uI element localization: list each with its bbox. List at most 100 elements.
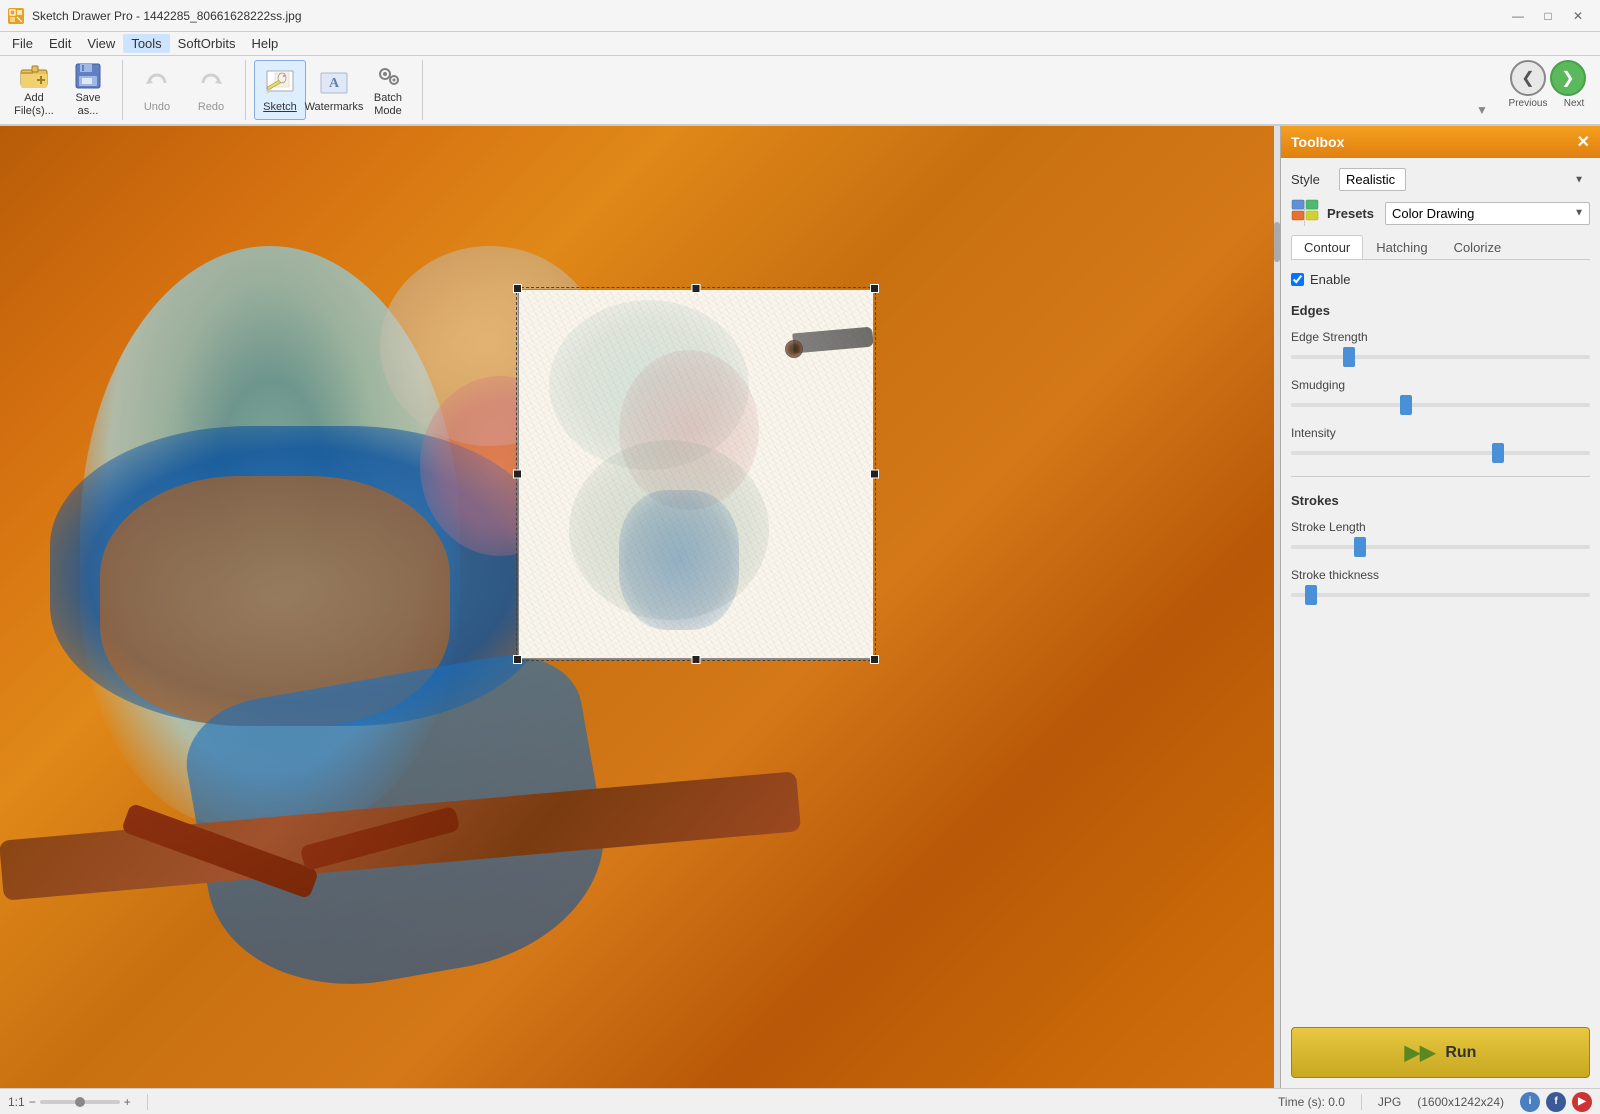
- stroke-length-slider[interactable]: [1291, 545, 1590, 549]
- tab-hatching[interactable]: Hatching: [1363, 235, 1440, 259]
- batch-mode-button[interactable]: Batch Mode: [362, 60, 414, 120]
- facebook-icon-button[interactable]: f: [1546, 1092, 1566, 1112]
- nav-area: ❮ ❯ Previous Next: [1504, 60, 1592, 109]
- watermarks-button[interactable]: A Watermarks: [308, 60, 360, 120]
- zoom-track[interactable]: [40, 1100, 120, 1104]
- stroke-length-row: Stroke Length: [1291, 518, 1590, 558]
- intensity-row: Intensity: [1291, 424, 1590, 464]
- toolbar-history-group: Undo Redo: [131, 60, 246, 120]
- presets-select[interactable]: Color Drawing Black & White Hatching Col…: [1385, 202, 1590, 225]
- stroke-thickness-label: Stroke thickness: [1291, 568, 1590, 582]
- zoom-thumb: [75, 1097, 85, 1107]
- status-icons: i f ▶: [1520, 1092, 1592, 1112]
- status-separator-2: [1361, 1094, 1362, 1110]
- dimensions-label: (1600x1242x24): [1417, 1095, 1504, 1109]
- close-button[interactable]: ✕: [1564, 6, 1592, 26]
- toolbox-header: Toolbox ✕: [1281, 126, 1600, 158]
- toolbox-close-button[interactable]: ✕: [1577, 132, 1590, 152]
- enable-label[interactable]: Enable: [1310, 272, 1350, 287]
- menu-file[interactable]: File: [4, 34, 41, 53]
- next-button[interactable]: ❯: [1550, 60, 1586, 96]
- maximize-button[interactable]: □: [1534, 6, 1562, 26]
- title-bar: Sketch Drawer Pro - 1442285_80661628222s…: [0, 0, 1600, 32]
- info-icon: i: [1529, 1096, 1532, 1107]
- status-right: Time (s): 0.0 JPG (1600x1242x24) i f ▶: [1278, 1092, 1592, 1112]
- toolbar: Add File(s)... Save as...: [0, 56, 1600, 126]
- edge-strength-label: Edge Strength: [1291, 330, 1590, 344]
- stroke-thickness-track: [1291, 586, 1590, 604]
- toolbox-body: Style Realistic Classic Pencil Charcoal …: [1281, 158, 1600, 684]
- edges-section-header: Edges: [1291, 299, 1590, 320]
- sketch-overlay: [518, 289, 874, 659]
- batch-mode-label: Batch Mode: [374, 92, 402, 118]
- info-icon-button[interactable]: i: [1520, 1092, 1540, 1112]
- toolbar-tools-group: Sketch A Watermarks Batch Mod: [254, 60, 423, 120]
- save-as-button[interactable]: Save as...: [62, 60, 114, 120]
- sketch-button[interactable]: Sketch: [254, 60, 306, 120]
- previous-label: Previous: [1504, 98, 1552, 109]
- undo-button[interactable]: Undo: [131, 60, 183, 120]
- smudging-row: Smudging: [1291, 376, 1590, 416]
- add-file-label: Add File(s)...: [14, 92, 54, 118]
- enable-checkbox[interactable]: [1291, 273, 1304, 286]
- undo-label: Undo: [144, 101, 170, 113]
- scrollbar-thumb[interactable]: [1274, 222, 1280, 262]
- stroke-length-track: [1291, 538, 1590, 556]
- vertical-scrollbar[interactable]: [1274, 126, 1280, 1088]
- menu-softorbits[interactable]: SoftOrbits: [170, 34, 244, 53]
- previous-button[interactable]: ❮: [1510, 60, 1546, 96]
- edge-strength-slider[interactable]: [1291, 355, 1590, 359]
- run-icon: ▶▶: [1405, 1040, 1436, 1065]
- add-file-button[interactable]: Add File(s)...: [8, 60, 60, 120]
- run-button-area: ▶▶ Run: [1281, 1017, 1600, 1088]
- window-title: Sketch Drawer Pro - 1442285_80661628222s…: [32, 9, 1496, 23]
- style-label: Style: [1291, 172, 1331, 187]
- tab-colorize[interactable]: Colorize: [1441, 235, 1515, 259]
- folder-open-icon: [18, 62, 50, 90]
- menu-help[interactable]: Help: [243, 34, 286, 53]
- presets-icon: [1291, 199, 1319, 227]
- intensity-track: [1291, 444, 1590, 462]
- undo-icon: [141, 67, 173, 99]
- time-label: Time (s): 0.0: [1278, 1095, 1345, 1109]
- menu-tools[interactable]: Tools: [123, 34, 169, 53]
- more-button[interactable]: ▼: [1474, 102, 1490, 118]
- stroke-length-label: Stroke Length: [1291, 520, 1590, 534]
- facebook-icon: f: [1554, 1096, 1557, 1107]
- stroke-thickness-slider[interactable]: [1291, 593, 1590, 597]
- canvas-area[interactable]: [0, 126, 1280, 1088]
- stroke-thickness-row: Stroke thickness: [1291, 566, 1590, 606]
- batch-gears-icon: [372, 62, 404, 90]
- enable-row: Enable: [1291, 268, 1590, 291]
- run-button[interactable]: ▶▶ Run: [1291, 1027, 1590, 1078]
- divider-1: [1291, 476, 1590, 477]
- smudging-track: [1291, 396, 1590, 414]
- zoom-minus-icon[interactable]: −: [29, 1095, 36, 1109]
- floppy-disk-icon: [72, 62, 104, 90]
- tabs: Contour Hatching Colorize: [1291, 235, 1590, 260]
- menu-view[interactable]: View: [79, 34, 123, 53]
- zoom-plus-icon[interactable]: +: [124, 1095, 131, 1109]
- minimize-button[interactable]: —: [1504, 6, 1532, 26]
- style-select-arrow-icon: ▼: [1574, 174, 1584, 185]
- strokes-section-header: Strokes: [1291, 489, 1590, 510]
- window-controls: — □ ✕: [1504, 6, 1592, 26]
- format-label: JPG: [1378, 1095, 1401, 1109]
- intensity-slider[interactable]: [1291, 451, 1590, 455]
- style-select[interactable]: Realistic Classic Pencil Charcoal: [1339, 168, 1406, 191]
- presets-label: Presets: [1327, 206, 1377, 221]
- watermark-icon: A: [318, 67, 350, 99]
- youtube-icon: ▶: [1578, 1096, 1586, 1107]
- menu-edit[interactable]: Edit: [41, 34, 79, 53]
- youtube-icon-button[interactable]: ▶: [1572, 1092, 1592, 1112]
- edge-strength-track: [1291, 348, 1590, 366]
- nav-arrows: ❮ ❯: [1510, 60, 1586, 96]
- svg-text:A: A: [329, 76, 340, 91]
- sketch-icon: [264, 67, 296, 99]
- redo-button[interactable]: Redo: [185, 60, 237, 120]
- smudging-slider[interactable]: [1291, 403, 1590, 407]
- status-separator: [147, 1094, 148, 1110]
- next-label: Next: [1556, 98, 1592, 109]
- tab-contour[interactable]: Contour: [1291, 235, 1363, 259]
- style-select-wrapper: Realistic Classic Pencil Charcoal ▼: [1339, 168, 1590, 191]
